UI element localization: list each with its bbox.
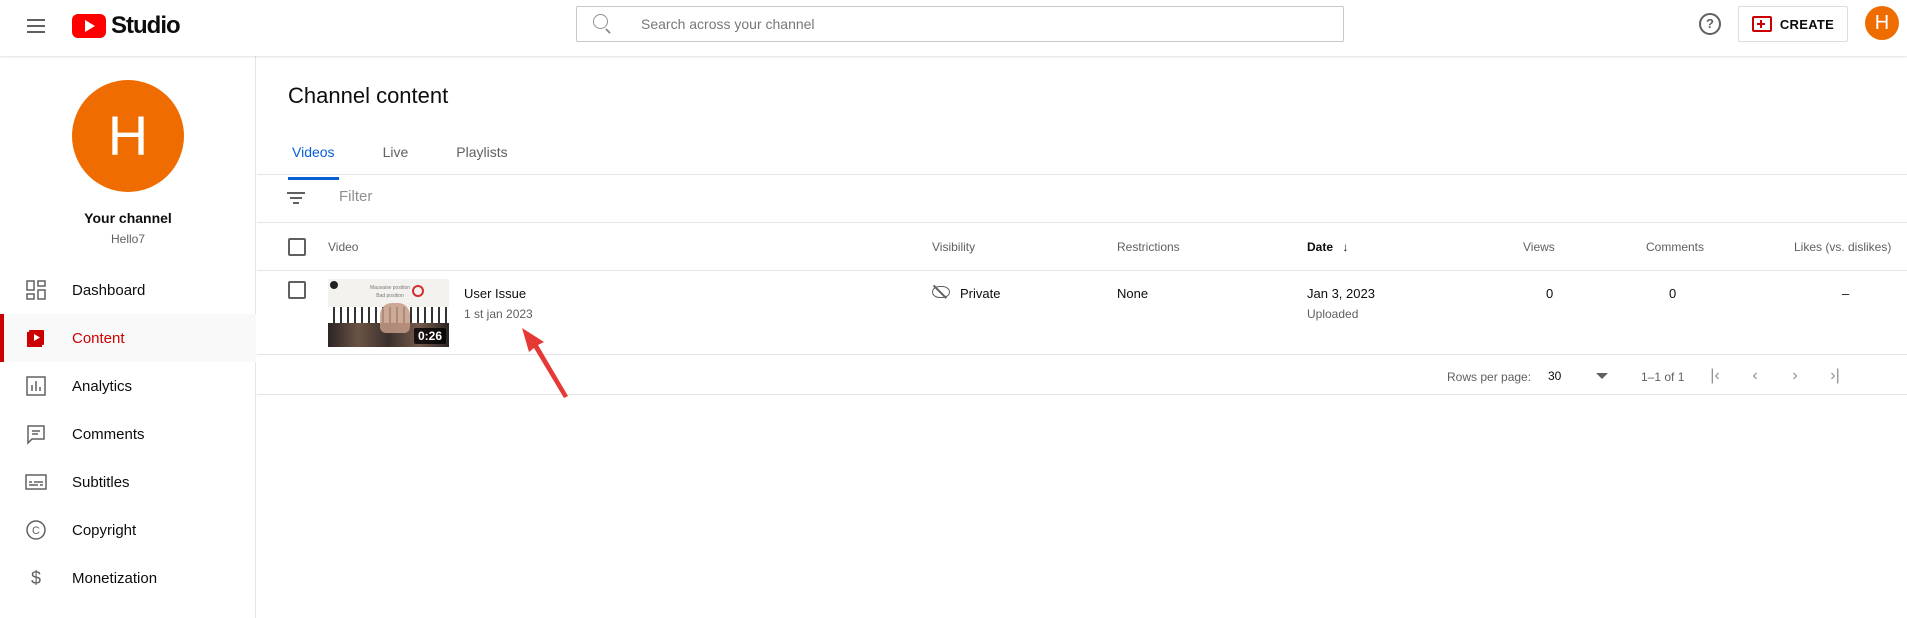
video-duration: 0:26 bbox=[413, 328, 446, 344]
previous-page-icon[interactable]: ‹ bbox=[1744, 365, 1766, 387]
rows-per-page-label: Rows per page: bbox=[1447, 370, 1532, 384]
visibility-hidden-icon[interactable] bbox=[932, 286, 950, 298]
sidebar-item-content[interactable]: Content bbox=[0, 314, 256, 362]
help-icon[interactable]: ? bbox=[1699, 13, 1721, 35]
pagination: Rows per page: 30 1–1 of 1 |‹ ‹ › ›| bbox=[257, 355, 1907, 395]
sidebar-item-subtitles[interactable]: Subtitles bbox=[0, 458, 256, 506]
last-page-icon[interactable]: ›| bbox=[1824, 365, 1846, 387]
sidebar: H Your channel Hello7 Dashboard Content … bbox=[0, 56, 256, 618]
youtube-play-icon bbox=[72, 14, 106, 38]
dropdown-arrow-icon bbox=[1596, 373, 1608, 379]
row-checkbox[interactable] bbox=[288, 281, 306, 299]
comments-value: 0 bbox=[1669, 286, 1677, 301]
svg-text:C: C bbox=[32, 525, 40, 537]
first-page-icon[interactable]: |‹ bbox=[1704, 365, 1726, 387]
column-views[interactable]: Views bbox=[1523, 240, 1555, 254]
restrictions-value: None bbox=[1117, 286, 1149, 301]
sidebar-item-copyright[interactable]: C Copyright bbox=[0, 506, 256, 554]
sidebar-item-comments[interactable]: Comments bbox=[0, 410, 256, 458]
sidebar-item-label: Monetization bbox=[72, 569, 158, 587]
menu-icon[interactable] bbox=[24, 14, 48, 38]
copyright-icon: C bbox=[24, 518, 48, 542]
create-label: CREATE bbox=[1779, 16, 1835, 32]
sidebar-item-label: Comments bbox=[72, 425, 145, 443]
column-date-label: Date bbox=[1307, 240, 1334, 254]
column-visibility[interactable]: Visibility bbox=[932, 240, 975, 254]
thumbnail-dot-icon bbox=[330, 281, 338, 289]
svg-text:$: $ bbox=[31, 568, 41, 588]
sort-down-icon: ↓ bbox=[1342, 240, 1349, 254]
main-content: Channel content Videos Live Playlists Vi… bbox=[257, 56, 1907, 618]
comments-icon bbox=[24, 422, 48, 446]
page-range: 1–1 of 1 bbox=[1641, 370, 1685, 384]
filter-input[interactable] bbox=[339, 188, 739, 205]
column-likes[interactable]: Likes (vs. dislikes) bbox=[1794, 240, 1891, 254]
channel-title: Your channel bbox=[84, 210, 172, 226]
page-title: Channel content bbox=[288, 83, 449, 108]
dashboard-icon bbox=[24, 278, 48, 302]
sidebar-item-label: Subtitles bbox=[72, 473, 130, 491]
content-icon bbox=[24, 326, 48, 350]
search-input[interactable] bbox=[641, 16, 1321, 32]
table-header: Video Visibility Restrictions Date ↓ Vie… bbox=[257, 223, 1907, 271]
column-restrictions[interactable]: Restrictions bbox=[1117, 240, 1180, 254]
column-date[interactable]: Date ↓ bbox=[1307, 240, 1348, 254]
analytics-icon bbox=[24, 374, 48, 398]
likes-value: – bbox=[1842, 286, 1850, 301]
channel-handle: Hello7 bbox=[110, 232, 146, 246]
create-video-icon bbox=[1751, 16, 1772, 32]
visibility-value[interactable]: Private bbox=[960, 286, 1000, 301]
filter-bar bbox=[257, 174, 1907, 223]
sidebar-item-label: Copyright bbox=[72, 521, 137, 539]
table-row[interactable]: Mauvaise position Bad position 0:26 User… bbox=[257, 271, 1907, 355]
create-button[interactable]: CREATE bbox=[1738, 6, 1848, 42]
filter-icon[interactable] bbox=[287, 189, 305, 207]
account-avatar[interactable]: H bbox=[1865, 6, 1899, 40]
sidebar-item-label: Content bbox=[72, 329, 125, 347]
studio-logo[interactable]: Studio bbox=[72, 12, 181, 40]
views-value: 0 bbox=[1546, 286, 1554, 301]
thumbnail-warning-icon bbox=[412, 285, 424, 297]
search-box bbox=[576, 6, 1344, 42]
sidebar-item-dashboard[interactable]: Dashboard bbox=[0, 266, 256, 314]
column-video[interactable]: Video bbox=[328, 240, 358, 254]
video-title[interactable]: User Issue bbox=[464, 286, 526, 301]
column-comments[interactable]: Comments bbox=[1646, 240, 1704, 254]
sidebar-item-analytics[interactable]: Analytics bbox=[0, 362, 256, 410]
rows-per-page-value: 30 bbox=[1548, 369, 1562, 383]
sidebar-item-label: Analytics bbox=[72, 377, 133, 395]
monetization-icon: $ bbox=[24, 566, 48, 590]
hand-image bbox=[380, 303, 410, 333]
next-page-icon[interactable]: › bbox=[1784, 365, 1806, 387]
video-thumbnail[interactable]: Mauvaise position Bad position 0:26 bbox=[328, 279, 449, 347]
thumbnail-caption: Mauvaise position Bad position bbox=[369, 285, 411, 299]
date-value: Jan 3, 2023 bbox=[1307, 286, 1375, 301]
date-status: Uploaded bbox=[1307, 307, 1359, 321]
sidebar-item-label: Dashboard bbox=[72, 281, 146, 299]
top-bar: Studio ? CREATE H bbox=[0, 0, 1907, 56]
search-icon[interactable] bbox=[593, 6, 633, 42]
select-all-checkbox[interactable] bbox=[288, 238, 306, 256]
sidebar-item-monetization[interactable]: $ Monetization bbox=[0, 554, 256, 602]
logo-text: Studio bbox=[111, 12, 181, 39]
video-description: 1 st jan 2023 bbox=[464, 307, 533, 321]
sidebar-nav: Dashboard Content Analytics Comments Sub… bbox=[0, 266, 256, 602]
subtitles-icon bbox=[24, 470, 48, 494]
channel-avatar[interactable]: H bbox=[72, 80, 184, 192]
